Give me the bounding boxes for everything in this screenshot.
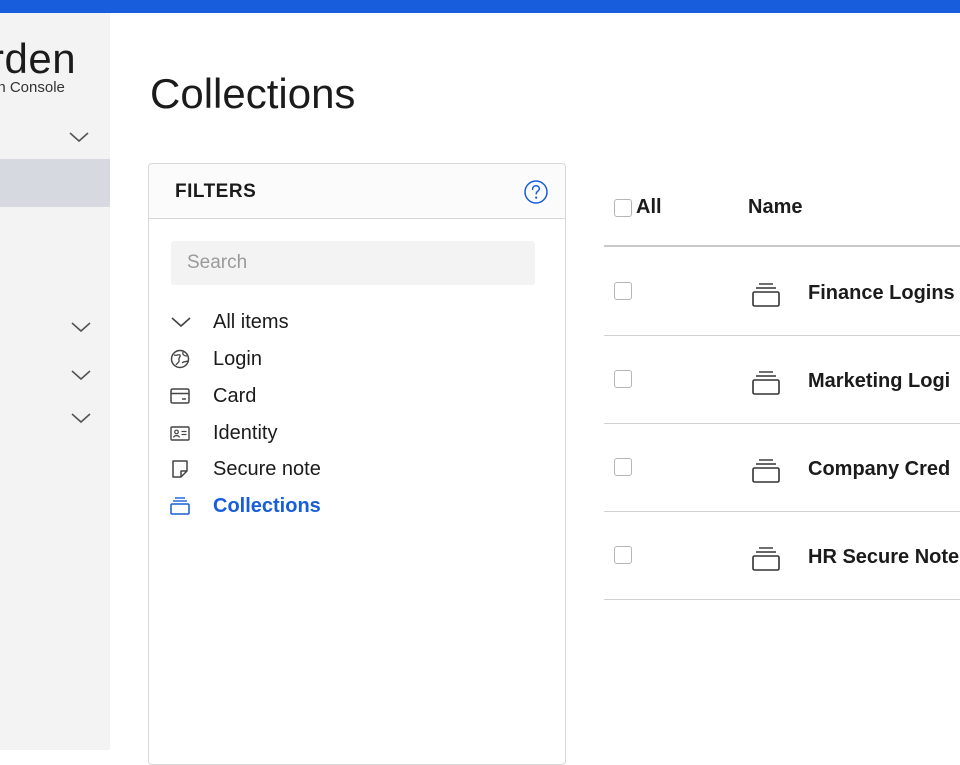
filter-identity[interactable]: Identity bbox=[169, 418, 529, 448]
filter-all-items[interactable]: All items bbox=[169, 307, 529, 337]
org-switcher[interactable]: es bbox=[0, 125, 110, 151]
row-checkbox[interactable] bbox=[614, 282, 632, 300]
page-title: Collections bbox=[150, 70, 356, 117]
filter-label: All items bbox=[213, 311, 289, 333]
filters-title: FILTERS bbox=[175, 181, 257, 202]
select-all-checkbox[interactable] bbox=[614, 199, 632, 217]
globe-icon bbox=[170, 349, 190, 369]
chevron-down-icon bbox=[71, 322, 91, 333]
filter-card[interactable]: Card bbox=[169, 381, 529, 411]
logo-text: rden bbox=[0, 35, 77, 82]
row-checkbox[interactable] bbox=[614, 546, 632, 564]
filter-label: Collections bbox=[213, 495, 321, 517]
chevron-down-icon bbox=[71, 370, 91, 381]
collection-name-link[interactable]: Marketing Logi bbox=[808, 369, 950, 393]
table-header: All Name bbox=[604, 181, 960, 247]
column-header-name[interactable]: Name bbox=[748, 195, 802, 219]
question-circle-icon[interactable] bbox=[523, 179, 549, 205]
sticky-note-icon bbox=[172, 460, 188, 478]
table-row[interactable]: HR Secure Note bbox=[604, 511, 960, 600]
collection-icon bbox=[752, 547, 780, 571]
filters-header: FILTERS bbox=[149, 164, 565, 219]
filters-search-input[interactable] bbox=[171, 241, 535, 285]
filter-label: Login bbox=[213, 348, 262, 370]
id-card-icon bbox=[170, 426, 190, 441]
collection-name-link[interactable]: Finance Logins bbox=[808, 281, 955, 305]
table-row[interactable]: Finance Logins bbox=[604, 247, 960, 336]
filter-label: Card bbox=[213, 385, 257, 407]
chevron-down-icon bbox=[171, 317, 191, 328]
filter-label: Secure note bbox=[213, 458, 321, 480]
table-row[interactable]: Marketing Logi bbox=[604, 335, 960, 424]
filter-login[interactable]: Login bbox=[169, 344, 529, 374]
filter-collections[interactable]: Collections bbox=[169, 491, 529, 521]
logo-subtitle: in Console bbox=[0, 79, 65, 96]
chevron-down-icon bbox=[71, 413, 91, 424]
sidebar-item-active[interactable] bbox=[0, 159, 110, 207]
sidebar-group-toggle-2[interactable] bbox=[0, 363, 110, 389]
chevron-down-icon bbox=[69, 132, 89, 143]
collection-name-link[interactable]: HR Secure Note bbox=[808, 545, 959, 569]
filters-panel: FILTERS All items Login bbox=[148, 163, 566, 765]
sidebar: rden in Console es bbox=[0, 13, 110, 750]
row-checkbox[interactable] bbox=[614, 458, 632, 476]
credit-card-icon bbox=[170, 388, 190, 404]
top-nav-bar bbox=[0, 0, 960, 13]
row-checkbox[interactable] bbox=[614, 370, 632, 388]
collection-icon bbox=[170, 497, 190, 515]
select-all-label[interactable]: All bbox=[636, 195, 662, 219]
table-row[interactable]: Company Cred bbox=[604, 423, 960, 512]
filter-label: Identity bbox=[213, 422, 278, 444]
collection-icon bbox=[752, 459, 780, 483]
collection-name-link[interactable]: Company Cred bbox=[808, 457, 950, 481]
sidebar-group-toggle-3[interactable] bbox=[0, 411, 110, 437]
collection-icon bbox=[752, 371, 780, 395]
filter-secure-note[interactable]: Secure note bbox=[169, 454, 529, 484]
sidebar-group-toggle-1[interactable] bbox=[0, 315, 110, 341]
collection-icon bbox=[752, 283, 780, 307]
main-content: Collections FILTERS All items Login bbox=[110, 13, 960, 765]
